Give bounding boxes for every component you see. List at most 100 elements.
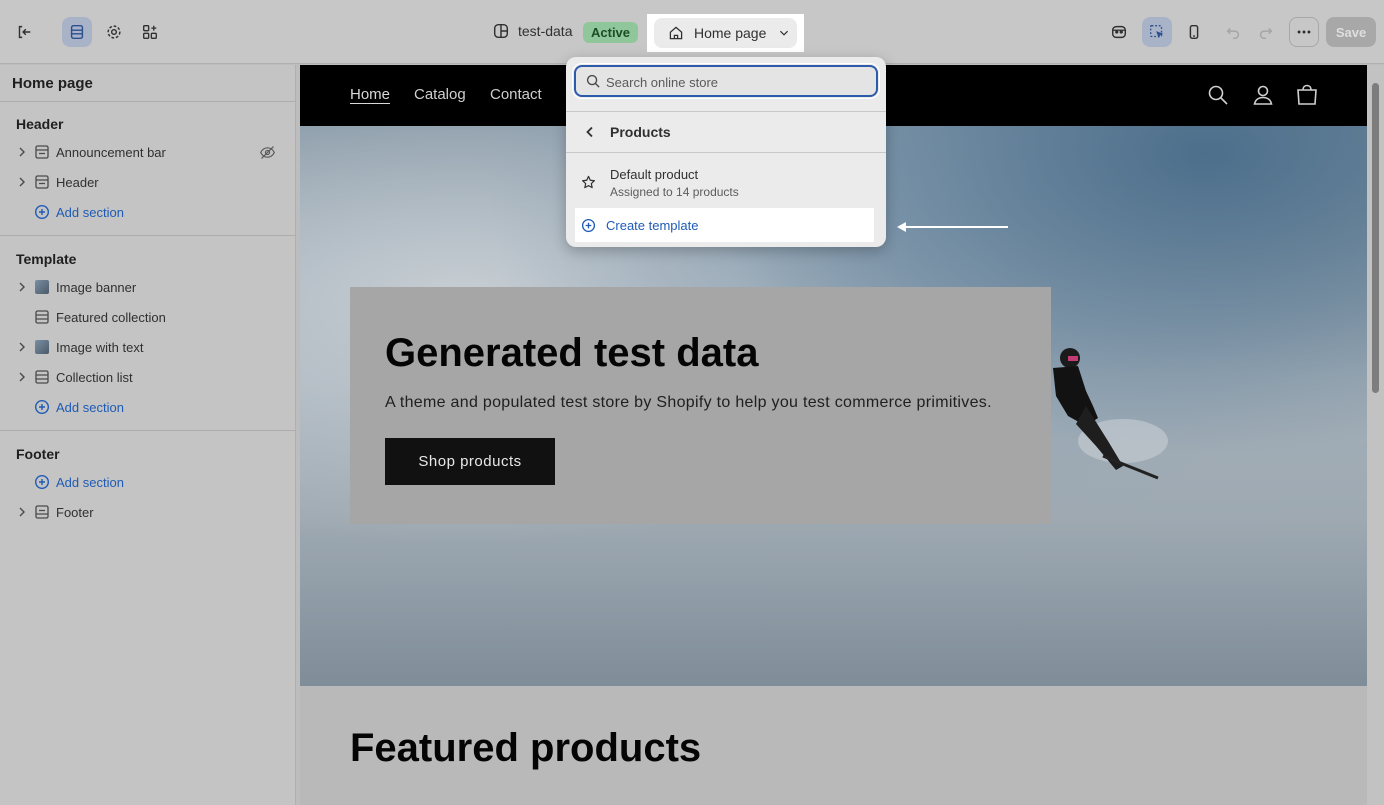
image-thumbnail-icon [34, 339, 50, 355]
group-footer-label: Footer [16, 446, 60, 462]
hero-subtitle: A theme and populated test store by Shop… [385, 394, 992, 411]
exit-icon [18, 25, 31, 39]
plus-circle-icon [34, 204, 50, 220]
chevron-right-icon[interactable] [17, 177, 27, 187]
status-badge: Active [583, 22, 639, 43]
hero-title: Generated test data [385, 331, 759, 375]
template-meta: Assigned to 14 products [610, 185, 739, 199]
back-label: Products [610, 124, 671, 140]
chevron-right-icon[interactable] [17, 282, 27, 292]
nav-link-contact[interactable]: Contact [490, 86, 542, 103]
select-icon [1150, 25, 1164, 39]
featured-title: Featured products [350, 726, 702, 770]
exit-button[interactable] [9, 17, 39, 47]
divider [566, 111, 886, 112]
inspector-icon [1111, 25, 1127, 39]
search-icon[interactable] [1206, 83, 1230, 107]
theme-settings-button[interactable] [99, 17, 129, 47]
sidebar-item-label: Header [56, 174, 99, 190]
page-selector[interactable]: Home page [654, 18, 797, 48]
inspector-button[interactable] [1104, 17, 1134, 47]
create-template-button[interactable]: Create template [575, 208, 874, 242]
sidebar-item-image-with-text[interactable]: Image with text [0, 332, 296, 362]
sidebar-item-footer[interactable]: Footer [0, 497, 296, 527]
plus-circle-icon [581, 218, 596, 232]
nav-link-home[interactable]: Home [350, 86, 390, 103]
redo-icon [1259, 27, 1273, 40]
select-element-button[interactable] [1142, 17, 1172, 47]
add-section-footer-button[interactable]: Add section [0, 467, 296, 497]
hidden-eye-icon[interactable] [259, 144, 276, 161]
preview-scrollbar[interactable] [1367, 65, 1384, 805]
plus-circle-icon [34, 399, 50, 415]
page-selector-label: Home page [694, 25, 767, 41]
featured-collection[interactable]: Featured products [300, 686, 1367, 805]
sections-sidebar: Home page Header Announcement bar Header… [0, 65, 296, 805]
redo-button[interactable] [1251, 17, 1281, 47]
undo-icon [1226, 27, 1240, 40]
search-input[interactable] [606, 72, 866, 92]
divider [0, 430, 296, 431]
mobile-preview-button[interactable] [1179, 17, 1209, 47]
save-button[interactable]: Save [1326, 17, 1376, 47]
star-icon [581, 175, 596, 189]
group-header-label: Header [16, 116, 64, 132]
section-icon [35, 145, 49, 159]
sidebar-item-image-banner[interactable]: Image banner [0, 272, 296, 302]
page-selector-highlight: Home page [647, 14, 804, 52]
section-icon [35, 505, 49, 519]
scrollbar-thumb[interactable] [1372, 83, 1379, 393]
search-field[interactable] [572, 63, 880, 99]
chevron-right-icon[interactable] [17, 147, 27, 157]
sidebar-item-label: Featured collection [56, 309, 166, 325]
mobile-icon [1189, 24, 1199, 40]
sidebar-item-label: Announcement bar [56, 144, 166, 160]
cart-icon[interactable] [1295, 83, 1319, 107]
editor-topbar: test-data Active Home page Save [0, 0, 1384, 64]
undo-button[interactable] [1218, 17, 1248, 47]
account-icon[interactable] [1251, 83, 1275, 107]
add-section-template-button[interactable]: Add section [0, 392, 296, 422]
home-icon [669, 26, 683, 40]
more-icon [1297, 30, 1311, 34]
sections-icon [70, 24, 84, 40]
sidebar-item-label: Image with text [56, 339, 144, 355]
divider [0, 101, 296, 102]
sidebar-item-label: Collection list [56, 369, 133, 385]
create-template-label: Create template [606, 217, 699, 233]
shop-products-button[interactable]: Shop products [385, 438, 555, 485]
theme-icon [493, 23, 509, 39]
page-selector-dropdown: Products Default product Assigned to 14 … [566, 57, 886, 247]
template-name: Default product [610, 167, 699, 182]
add-section-label: Add section [56, 399, 124, 415]
sidebar-item-featured-collection[interactable]: Featured collection [0, 302, 296, 332]
sections-button[interactable] [62, 17, 92, 47]
sidebar-item-header[interactable]: Header [0, 167, 296, 197]
search-icon [586, 74, 600, 88]
chevron-right-icon[interactable] [17, 342, 27, 352]
add-section-label: Add section [56, 474, 124, 490]
sidebar-title: Home page [12, 75, 93, 92]
section-icon [35, 310, 49, 324]
add-section-label: Add section [56, 204, 124, 220]
template-option-default-product[interactable]: Default product Assigned to 14 products [566, 163, 886, 203]
hero-content-box: Generated test data A theme and populate… [350, 287, 1051, 524]
more-actions-button[interactable] [1289, 17, 1319, 47]
apps-button[interactable] [135, 17, 165, 47]
chevron-left-icon [586, 126, 593, 138]
sidebar-item-label: Footer [56, 504, 94, 520]
theme-name: test-data [492, 22, 572, 40]
chevron-right-icon[interactable] [17, 507, 27, 517]
sidebar-item-announcement-bar[interactable]: Announcement bar [0, 137, 296, 167]
back-to-products-button[interactable]: Products [566, 114, 886, 150]
sidebar-item-label: Image banner [56, 279, 137, 295]
add-section-header-button[interactable]: Add section [0, 197, 296, 227]
section-icon [35, 370, 49, 384]
chevron-down-icon [780, 30, 789, 36]
settings-icon [107, 25, 121, 39]
chevron-right-icon[interactable] [17, 372, 27, 382]
nav-link-catalog[interactable]: Catalog [414, 86, 466, 103]
sidebar-item-collection-list[interactable]: Collection list [0, 362, 296, 392]
theme-name-label: test-data [518, 23, 573, 39]
skier-image [1053, 348, 1168, 480]
